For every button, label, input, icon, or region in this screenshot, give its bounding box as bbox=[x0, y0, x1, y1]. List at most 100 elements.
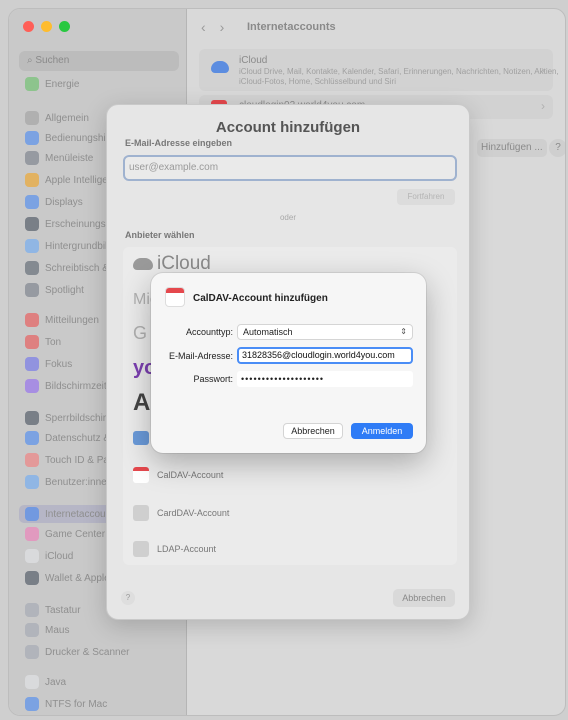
chevron-right-icon: › bbox=[541, 63, 545, 77]
email-label: E-Mail-Adresse: bbox=[168, 351, 233, 361]
search-placeholder: Suchen bbox=[35, 55, 70, 66]
provider-other-icon[interactable] bbox=[133, 431, 149, 445]
contacts-icon bbox=[133, 505, 149, 521]
sidebar-item-label: Energie bbox=[45, 78, 80, 90]
sidebar-item-label: NTFS for Mac bbox=[45, 698, 108, 710]
sidebar-item-label: Ton bbox=[45, 336, 62, 348]
sidebar-item-icon bbox=[25, 261, 39, 275]
sidebar-item-icon bbox=[25, 357, 39, 371]
close-window-button[interactable] bbox=[23, 21, 34, 32]
sidebar-item-icon bbox=[25, 527, 39, 541]
dialog-cancel-button[interactable]: Abbrechen bbox=[283, 423, 343, 439]
add-account-button[interactable]: Hinzufügen ... bbox=[477, 139, 547, 157]
continue-button[interactable]: Fortfahren bbox=[397, 189, 455, 205]
provider-name: LDAP-Account bbox=[157, 544, 217, 554]
zoom-window-button[interactable] bbox=[59, 21, 70, 32]
provider-ldap[interactable]: LDAP-Account bbox=[133, 541, 216, 557]
sidebar-item[interactable]: NTFS for Mac bbox=[25, 695, 177, 713]
sidebar-item-label: Maus bbox=[45, 624, 70, 636]
window-title: Internetaccounts bbox=[247, 21, 336, 33]
sidebar-item-icon bbox=[25, 131, 39, 145]
provider-label: Anbieter wählen bbox=[125, 230, 195, 240]
provider-name: iCloud bbox=[157, 253, 211, 274]
account-type-value: Automatisch bbox=[243, 327, 293, 337]
provider-icloud[interactable]: iCloud bbox=[133, 253, 211, 275]
sidebar-item-label: Menüleiste bbox=[45, 152, 94, 164]
sidebar-item-label: Hintergrundbild bbox=[45, 240, 113, 252]
sidebar-item-label: Displays bbox=[45, 196, 83, 208]
sidebar-item-label: iCloud bbox=[45, 550, 74, 562]
sidebar-item-icon bbox=[25, 313, 39, 327]
help-button[interactable]: ? bbox=[549, 139, 565, 157]
dialog-title: CalDAV-Account hinzufügen bbox=[193, 293, 328, 304]
sidebar-item-label: Allgemein bbox=[45, 112, 89, 124]
provider-aol[interactable]: A bbox=[133, 389, 150, 417]
cloud-icon bbox=[133, 258, 153, 270]
provider-name: CardDAV-Account bbox=[157, 508, 230, 518]
sidebar-item-icon bbox=[25, 283, 39, 297]
account-type-label: Accounttyp: bbox=[185, 327, 233, 337]
sidebar-item-icon bbox=[25, 379, 39, 393]
sign-in-button[interactable]: Anmelden bbox=[351, 423, 413, 439]
sidebar-item-icon bbox=[25, 507, 39, 521]
calendar-icon bbox=[133, 467, 149, 483]
sidebar-item-label: Java bbox=[45, 676, 67, 688]
sidebar-item-label: Bildschirmzeit bbox=[45, 380, 107, 392]
sheet-title: Account hinzufügen bbox=[215, 119, 361, 136]
provider-caldav[interactable]: CalDAV-Account bbox=[133, 467, 223, 483]
password-field[interactable]: •••••••••••••••••••• bbox=[237, 371, 413, 387]
sheet-cancel-button[interactable]: Abbrechen bbox=[393, 589, 455, 607]
sidebar-item-icon bbox=[25, 603, 39, 617]
sidebar-item[interactable]: Java bbox=[25, 673, 177, 691]
sidebar-item[interactable]: Energie bbox=[25, 75, 177, 93]
sidebar-item-icon bbox=[25, 571, 39, 585]
password-label: Passwort: bbox=[193, 374, 233, 384]
caldav-dialog: CalDAV-Account hinzufügen Accounttyp: Au… bbox=[151, 273, 426, 453]
sidebar-item-icon bbox=[25, 77, 39, 91]
provider-name: CalDAV-Account bbox=[157, 470, 224, 480]
chevron-right-icon: › bbox=[541, 99, 545, 113]
account-type-select[interactable]: Automatisch ⇕ bbox=[237, 324, 413, 340]
sidebar-item-label: Drucker & Scanner bbox=[45, 646, 130, 658]
sidebar-item-icon bbox=[25, 431, 39, 445]
traffic-lights bbox=[23, 21, 70, 32]
sidebar-item[interactable]: Maus bbox=[25, 621, 177, 639]
sidebar-item-label: Spotlight bbox=[45, 284, 84, 296]
sidebar-item-icon bbox=[25, 195, 39, 209]
sidebar-item-icon bbox=[25, 239, 39, 253]
sidebar-item-icon bbox=[25, 335, 39, 349]
navigation-arrows: ‹ › bbox=[201, 19, 224, 35]
or-separator: oder bbox=[279, 213, 296, 222]
email-label: E-Mail-Adresse eingeben bbox=[125, 138, 233, 148]
sidebar-item-icon bbox=[25, 645, 39, 659]
sidebar-item-icon bbox=[25, 411, 39, 425]
provider-google[interactable]: G bbox=[133, 323, 147, 344]
sidebar-item-icon bbox=[25, 217, 39, 231]
calendar-icon bbox=[165, 287, 185, 307]
sidebar-item-icon bbox=[25, 453, 39, 467]
sidebar-item[interactable]: Drucker & Scanner bbox=[25, 643, 177, 661]
sidebar-item-icon bbox=[25, 549, 39, 563]
email-field[interactable]: 31828356@cloudlogin.world4you.com bbox=[237, 347, 413, 364]
sidebar-item-icon bbox=[25, 173, 39, 187]
sidebar-item-label: Tastatur bbox=[45, 604, 81, 616]
cloud-icon bbox=[211, 61, 229, 73]
sidebar-item-icon bbox=[25, 475, 39, 489]
sheet-email-input[interactable]: user@example.com bbox=[123, 155, 457, 181]
sidebar-item-icon bbox=[25, 111, 39, 125]
sidebar-item-icon bbox=[25, 151, 39, 165]
account-description: iCloud Drive, Mail, Kontakte, Kalender, … bbox=[239, 67, 559, 86]
sidebar-item-label: Mitteilungen bbox=[45, 314, 99, 326]
provider-carddav[interactable]: CardDAV-Account bbox=[133, 505, 229, 521]
back-arrow-icon[interactable]: ‹ bbox=[201, 19, 206, 35]
account-name: iCloud bbox=[239, 55, 268, 66]
updown-chevron-icon: ⇕ bbox=[400, 327, 407, 336]
sidebar-item-label: Fokus bbox=[45, 358, 73, 370]
account-row-icloud[interactable]: iCloud iCloud Drive, Mail, Kontakte, Kal… bbox=[199, 49, 559, 91]
sheet-help-button[interactable]: ? bbox=[121, 591, 135, 605]
minimize-window-button[interactable] bbox=[41, 21, 52, 32]
sidebar-search-input[interactable]: ⌕ Suchen bbox=[19, 51, 179, 71]
sidebar-item-icon bbox=[25, 623, 39, 637]
sidebar-item-label: Sperrbildschirm bbox=[45, 412, 115, 424]
forward-arrow-icon[interactable]: › bbox=[220, 19, 225, 35]
